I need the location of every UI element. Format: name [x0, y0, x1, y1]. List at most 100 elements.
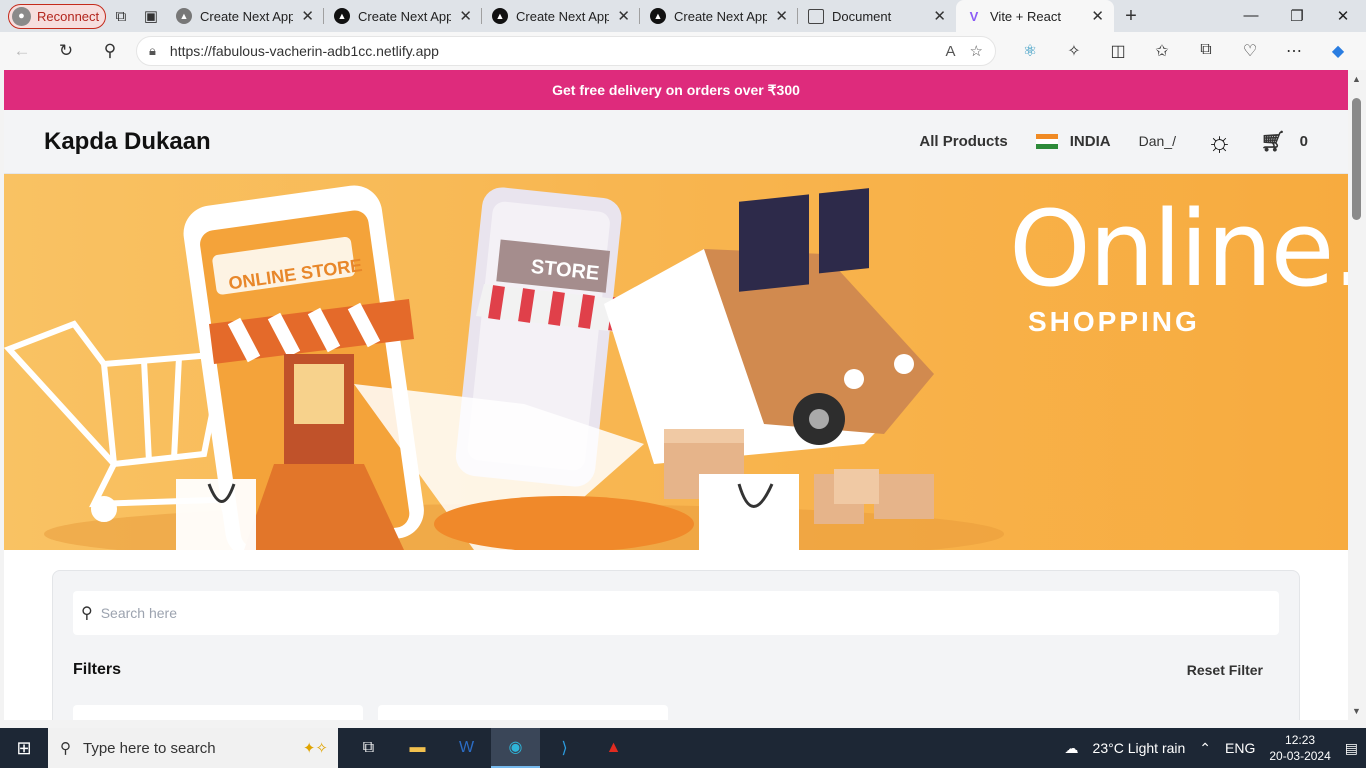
browser-tab[interactable]: ▲ Create Next App ✕ [324, 0, 482, 32]
close-tab-icon[interactable]: ✕ [1091, 7, 1104, 25]
split-screen-icon[interactable]: ◫ [1096, 41, 1140, 61]
scroll-up-icon[interactable]: ▲ [1352, 74, 1361, 84]
restore-icon[interactable]: ❐ [1274, 7, 1320, 25]
vite-icon: V [969, 8, 979, 24]
price-select-value: 500 [396, 719, 418, 720]
close-window-icon[interactable]: ✕ [1320, 7, 1366, 25]
notifications-icon[interactable]: ▤ [1345, 740, 1358, 757]
cart-icon: 🛒︎ [1260, 131, 1286, 153]
browser-tab[interactable]: ▲ Create Next App ✕ [482, 0, 640, 32]
weather-text[interactable]: 23°C Light rain [1093, 740, 1186, 756]
promo-banner: Get free delivery on orders over ₹300 [4, 70, 1348, 110]
web-page: Get free delivery on orders over ₹300 Ka… [4, 70, 1348, 720]
filter-panel: ⚲ Search here Filters Reset Filter el ⌄ … [52, 570, 1300, 720]
collections-icon[interactable]: ⧉ [1184, 41, 1228, 61]
category-select-value: el [91, 719, 101, 720]
minimize-icon[interactable]: — [1228, 7, 1274, 25]
new-tab-button[interactable]: + [1114, 5, 1148, 28]
user-avatar[interactable]: Dan_/ [1139, 134, 1179, 149]
close-tab-icon[interactable]: ✕ [301, 7, 314, 25]
chevron-down-icon: ⌄ [348, 719, 357, 720]
document-icon [808, 8, 824, 24]
refresh-icon[interactable]: ↻ [44, 41, 88, 61]
tab-title: Create Next App [200, 8, 294, 24]
price-select[interactable]: 500 ⌄ [378, 705, 668, 720]
edge-icon[interactable]: ◉ [491, 728, 540, 768]
india-flag-icon [1035, 134, 1058, 149]
header-nav: All Products INDIA Dan_/ ☼ 🛒︎ 0 [919, 126, 1308, 158]
lock-icon[interactable]: 🔒︎ [149, 43, 156, 59]
back-icon[interactable]: ← [0, 41, 44, 61]
workspaces-icon[interactable]: ⧉ [106, 1, 136, 31]
site-logo[interactable]: Kapda Dukaan [44, 128, 211, 156]
profile-reconnect-button[interactable]: ● Reconnect [8, 3, 106, 29]
tab-title: Create Next App [674, 8, 768, 24]
chevron-up-icon[interactable]: ⌃ [1199, 740, 1211, 757]
language-indicator[interactable]: ENG [1225, 740, 1255, 756]
search-placeholder: Search here [100, 605, 177, 621]
tab-title: Vite + React [990, 8, 1061, 24]
browser-tab-active[interactable]: V Vite + React ✕ [956, 0, 1114, 32]
favorites-icon[interactable]: ✩ [1140, 41, 1184, 61]
close-tab-icon[interactable]: ✕ [459, 7, 472, 25]
more-options-icon[interactable]: ⋯ [1272, 41, 1316, 61]
word-icon[interactable]: W [442, 728, 491, 768]
weather-icon[interactable]: ☁ [1065, 740, 1079, 757]
react-devtools-icon[interactable]: ⚛ [1008, 41, 1052, 61]
taskbar-clock[interactable]: 12:23 20-03-2024 [1269, 732, 1330, 764]
search-icon[interactable]: ⚲ [88, 41, 132, 61]
read-aloud-icon[interactable]: A [946, 43, 956, 60]
browser-essentials-icon[interactable]: ♡ [1228, 41, 1272, 61]
browser-tab[interactable]: Document ✕ [798, 0, 956, 32]
site-header: Kapda Dukaan All Products INDIA Dan_/ ☼ … [4, 110, 1348, 174]
window-controls: — ❐ ✕ [1228, 7, 1366, 25]
page-scrollbar[interactable]: ▲ ▼ [1348, 70, 1366, 720]
tab-title: Create Next App [516, 8, 610, 24]
address-bar[interactable]: 🔒︎ https://fabulous-vacherin-adb1cc.netl… [136, 36, 996, 66]
extensions-icon[interactable]: ✧ [1052, 41, 1096, 61]
nextjs-icon: ▲ [334, 8, 350, 24]
windows-taskbar: ⊞ ⚲ Type here to search ✦✧ ⧉ ▬ W ◉ ⟩ ▲ ☁… [0, 728, 1366, 768]
task-view-icon[interactable]: ⧉ [344, 728, 393, 768]
reset-filter-button[interactable]: Reset Filter [1187, 662, 1263, 678]
vscode-icon[interactable]: ⟩ [540, 728, 589, 768]
country-selector[interactable]: INDIA [1035, 133, 1111, 150]
category-select[interactable]: el ⌄ [73, 705, 363, 720]
product-search-input[interactable]: ⚲ Search here [73, 591, 1279, 635]
browser-toolbar: ← ↻ ⚲ 🔒︎ https://fabulous-vacherin-adb1c… [0, 32, 1366, 70]
search-highlight-icon: ✦✧ [302, 740, 328, 757]
browser-tab[interactable]: ▲ Create Next App ✕ [640, 0, 798, 32]
profile-avatar-icon: ● [12, 6, 31, 26]
taskbar-search-placeholder: Type here to search [83, 739, 216, 757]
close-tab-icon[interactable]: ✕ [775, 7, 788, 25]
pdf-reader-icon[interactable]: ▲ [589, 728, 638, 768]
browser-tab-bar: ● Reconnect ⧉ ▣ ▲ Create Next App ✕ ▲ Cr… [0, 0, 1366, 32]
hero-banner: ONLINE STORE STORE Online. SHOPPING [4, 174, 1348, 550]
url-text[interactable]: https://fabulous-vacherin-adb1cc.netlify… [170, 43, 932, 59]
browser-tab[interactable]: ▲ Create Next App ✕ [166, 0, 324, 32]
chevron-down-icon: ⌄ [653, 719, 662, 720]
favorite-star-icon[interactable]: ☆ [970, 42, 983, 60]
clock-date: 20-03-2024 [1269, 749, 1331, 763]
cart-button[interactable]: 🛒︎ 0 [1260, 129, 1308, 154]
search-icon: ⚲ [81, 605, 93, 622]
close-tab-icon[interactable]: ✕ [617, 7, 630, 25]
country-label: INDIA [1069, 133, 1111, 150]
banner-headline: Online. [1009, 188, 1348, 310]
scroll-thumb[interactable] [1352, 98, 1361, 220]
system-tray: ☁ 1 23°C Light rain ⌃ ENG 12:23 20-03-20… [1065, 732, 1366, 764]
filters-title: Filters [73, 661, 122, 678]
file-explorer-icon[interactable]: ▬ [393, 728, 442, 768]
search-icon: ⚲ [60, 740, 71, 757]
tab-title: Create Next App [358, 8, 452, 24]
extensions-area: ⚛ ✧ ◫ ✩ ⧉ ♡ ⋯ ◆ [1008, 41, 1360, 61]
scroll-down-icon[interactable]: ▼ [1352, 706, 1361, 716]
all-products-link[interactable]: All Products [919, 133, 1007, 150]
tab-actions-icon[interactable]: ▣ [136, 1, 166, 31]
close-tab-icon[interactable]: ✕ [933, 7, 946, 25]
windows-start-icon[interactable]: ⊞ [0, 738, 48, 759]
taskbar-search-box[interactable]: ⚲ Type here to search ✦✧ [48, 728, 338, 768]
copilot-icon[interactable]: ◆ [1316, 41, 1360, 61]
theme-toggle-sun-icon[interactable]: ☼ [1207, 126, 1233, 158]
clock-time: 12:23 [1285, 733, 1316, 747]
